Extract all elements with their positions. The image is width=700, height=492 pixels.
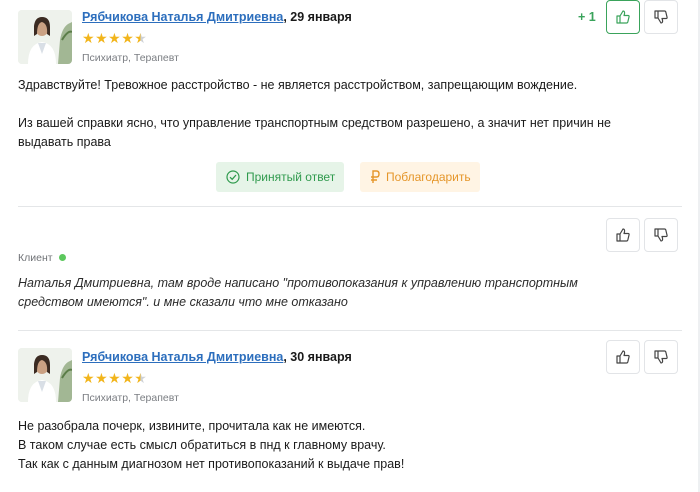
author-name-link[interactable]: Рябчикова Наталья Дмитриевна	[82, 10, 283, 24]
answer-paragraph: Из вашей справки ясно, что управление тр…	[18, 116, 611, 130]
author-line: Рябчикова Наталья Дмитриевна, 29 января	[82, 10, 352, 24]
author-name-link[interactable]: Рябчикова Наталья Дмитриевна	[82, 350, 283, 364]
client-reply: Клиент Наталья Дмитриевна, там вроде нап…	[0, 206, 700, 331]
thumbs-up-icon	[616, 350, 630, 364]
client-label-row: Клиент	[18, 252, 66, 264]
answer-paragraph: Здравствуйте! Тревожное расстройство - н…	[18, 78, 578, 92]
star-icon: ★	[108, 30, 122, 46]
star-icon: ★	[82, 370, 96, 386]
answer-paragraph: выдавать права	[18, 135, 111, 149]
check-circle-icon	[226, 170, 240, 184]
answer-date: , 30 января	[283, 350, 352, 364]
answer-paragraph: Не разобрала почерк, извините, прочитала…	[18, 419, 366, 433]
answer-text: Здравствуйте! Тревожное расстройство - н…	[18, 76, 668, 152]
star-icon: ★	[95, 30, 109, 46]
thank-button-label: Поблагодарить	[386, 170, 471, 184]
like-button[interactable]	[606, 340, 640, 374]
answer-paragraph: Так как с данным диагнозом нет противопо…	[18, 457, 405, 471]
dislike-button[interactable]	[644, 218, 678, 252]
thumbs-up-icon	[616, 10, 630, 24]
answer-paragraph: В таком случае есть смысл обратиться в п…	[18, 438, 386, 452]
star-half-icon: ★	[134, 30, 148, 46]
doctor-avatar[interactable]	[18, 348, 72, 402]
accepted-answer-label: Принятый ответ	[246, 170, 336, 184]
thank-button[interactable]: Поблагодарить	[360, 162, 480, 192]
thumbs-down-icon	[654, 350, 668, 364]
star-half-icon: ★	[134, 370, 148, 386]
dislike-button[interactable]	[644, 340, 678, 374]
star-icon: ★	[95, 370, 109, 386]
client-label: Клиент	[18, 252, 53, 264]
star-icon: ★	[121, 370, 135, 386]
doctor-answer: Рябчикова Наталья Дмитриевна, 30 января …	[0, 330, 700, 492]
doctor-answer: Рябчикова Наталья Дмитриевна, 29 января …	[0, 0, 700, 207]
doctor-specialty: Психиатр, Терапевт	[82, 392, 179, 404]
answer-date: , 29 января	[283, 10, 352, 24]
thumbs-up-icon	[616, 228, 630, 242]
star-icon: ★	[82, 30, 96, 46]
dislike-button[interactable]	[644, 0, 678, 34]
thumbs-down-icon	[654, 10, 668, 24]
rating-stars: ★★★★★	[82, 370, 147, 387]
answer-text: Не разобрала почерк, извините, прочитала…	[18, 417, 668, 474]
doctor-specialty: Психиатр, Терапевт	[82, 52, 179, 64]
rating-stars: ★★★★★	[82, 30, 147, 47]
doctor-avatar[interactable]	[18, 10, 72, 64]
client-reply-line: Наталья Дмитриевна, там вроде написано "…	[18, 276, 578, 290]
thumbs-down-icon	[654, 228, 668, 242]
star-icon: ★	[108, 370, 122, 386]
like-button[interactable]	[606, 218, 640, 252]
client-reply-text: Наталья Дмитриевна, там вроде написано "…	[18, 274, 668, 312]
ruble-icon	[370, 170, 380, 184]
online-indicator	[58, 253, 66, 261]
vote-count: + 1	[578, 10, 596, 24]
like-button[interactable]	[606, 0, 640, 34]
author-line: Рябчикова Наталья Дмитриевна, 30 января	[82, 350, 352, 364]
client-reply-line: средством имеются". и мне сказали что мн…	[18, 295, 348, 309]
star-icon: ★	[121, 30, 135, 46]
accepted-answer-badge: Принятый ответ	[216, 162, 344, 192]
